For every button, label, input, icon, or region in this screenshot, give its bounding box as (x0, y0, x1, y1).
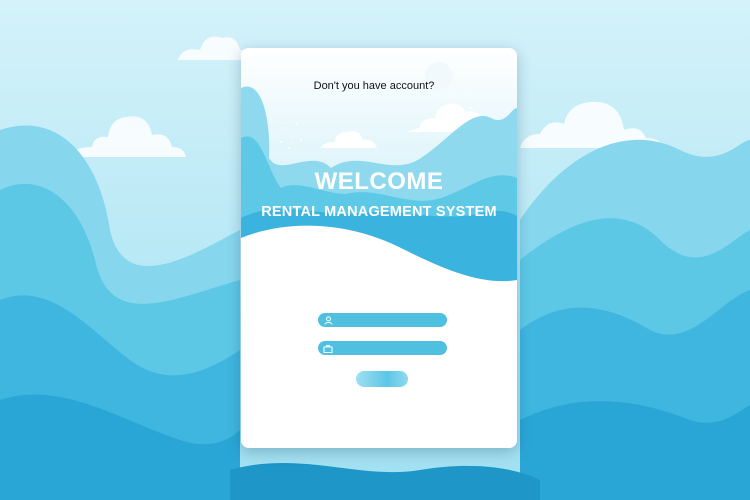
app-subtitle: RENTAL MANAGEMENT SYSTEM (261, 204, 497, 220)
password-field[interactable] (318, 341, 447, 355)
login-card: Don't you have account? WELCOME RENTAL M… (241, 48, 517, 448)
lock-icon (323, 343, 333, 353)
user-icon (323, 315, 333, 325)
password-input[interactable] (333, 342, 437, 354)
login-button[interactable] (356, 371, 408, 387)
username-input[interactable] (333, 314, 437, 326)
username-field[interactable] (318, 313, 447, 327)
card-header-art (241, 48, 517, 448)
welcome-title: WELCOME (314, 168, 444, 195)
signup-link[interactable]: Don't you have account? (241, 80, 507, 92)
